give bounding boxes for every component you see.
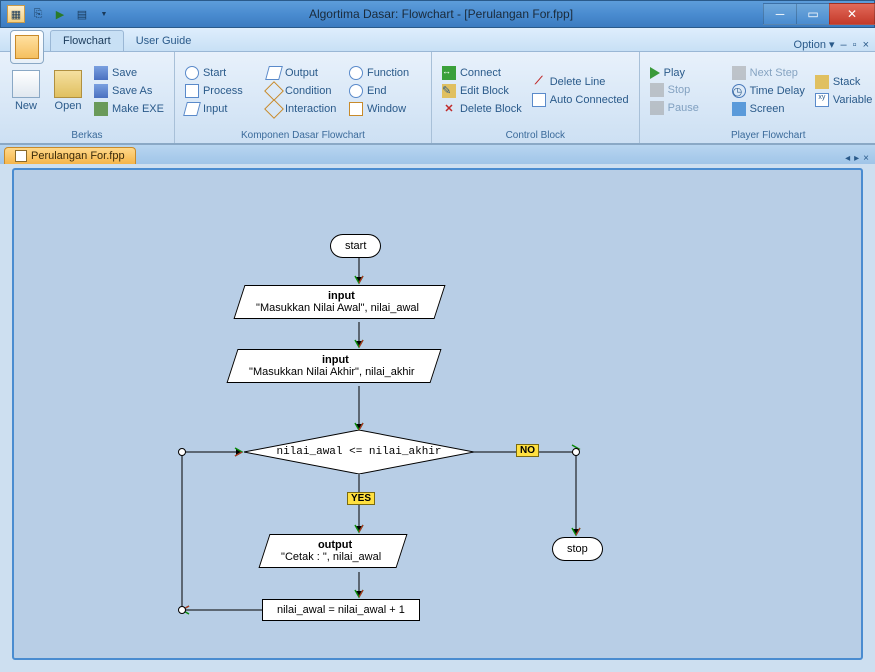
save-button[interactable]: Save (90, 65, 168, 81)
start-button[interactable]: Start (181, 65, 261, 81)
quick-access-toolbar: ▦ ⎘ ▶ ▤ ▼ (1, 5, 119, 23)
window-button[interactable]: Window (345, 101, 425, 117)
close-button[interactable]: ✕ (829, 3, 875, 25)
connector-lines (14, 170, 861, 658)
screen-button[interactable]: Screen (728, 101, 809, 117)
qat-icon-app[interactable]: ▦ (7, 5, 25, 23)
process-button[interactable]: Process (181, 83, 261, 99)
ribbon-group-berkas: New Open Save Save As Make EXE Berkas (0, 52, 175, 143)
file-tab-label: Perulangan For.fpp (31, 150, 125, 162)
input-button[interactable]: Input (181, 101, 261, 117)
condition-button[interactable]: Condition (263, 83, 343, 99)
qat-icon-2[interactable]: ▤ (73, 5, 91, 23)
auto-connected-button[interactable]: Auto Connected (528, 92, 633, 108)
flowchart-input-1[interactable]: input "Masukkan Nilai Awal", nilai_awal (233, 285, 445, 319)
decision-yes-label: YES (347, 492, 375, 505)
option-menu[interactable]: Option ▾ (794, 38, 835, 51)
menubar: Flowchart User Guide Option ▾ – ▫ × (0, 28, 875, 52)
play-button[interactable]: Play (646, 66, 726, 80)
stop-button[interactable]: Stop (646, 82, 726, 98)
delete-line-button[interactable]: ⟋Delete Line (528, 74, 633, 90)
output-button[interactable]: Output (263, 65, 343, 81)
connector-dot[interactable] (178, 606, 186, 614)
tab-close-icon[interactable]: × (863, 153, 869, 164)
ribbon-group-control: ↔Connect ✎Edit Block ✕Delete Block ⟋Dele… (432, 52, 640, 143)
connector-dot[interactable] (572, 448, 580, 456)
connect-button[interactable]: ↔Connect (438, 65, 526, 81)
titlebar: ▦ ⎘ ▶ ▤ ▼ Algortima Dasar: Flowchart - [… (0, 0, 875, 28)
ribbon-group-player: Play Stop Pause Next Step ◷Time Delay Sc… (640, 52, 875, 143)
flowchart-stop[interactable]: stop (552, 537, 603, 561)
minimize-button[interactable]: ─ (763, 3, 797, 25)
flowchart-input-2[interactable]: input "Masukkan Nilai Akhir", nilai_akhi… (226, 349, 441, 383)
ribbon: New Open Save Save As Make EXE Berkas St… (0, 52, 875, 144)
ribbon-group-label: Berkas (6, 128, 168, 143)
ribbon-group-komponen: Start Process Input Output Condition Int… (175, 52, 432, 143)
flowchart-start[interactable]: start (330, 234, 381, 258)
window-buttons: ─ ▭ ✕ (763, 3, 874, 25)
file-tab[interactable]: Perulangan For.fpp (4, 147, 136, 164)
make-exe-button[interactable]: Make EXE (90, 101, 168, 117)
file-icon (15, 150, 27, 162)
qat-icon-1[interactable]: ⎘ (29, 5, 47, 23)
menubar-right: Option ▾ – ▫ × (794, 38, 875, 51)
mdi-restore-icon[interactable]: ▫ (853, 39, 857, 51)
variable-button[interactable]: xyVariable (811, 92, 875, 108)
ribbon-group-label: Player Flowchart (646, 128, 875, 143)
play-icon[interactable]: ▶ (51, 5, 69, 23)
interaction-button[interactable]: Interaction (263, 101, 343, 117)
edit-block-button[interactable]: ✎Edit Block (438, 83, 526, 99)
mdi-minimize-icon[interactable]: – (841, 39, 847, 51)
flowchart-process[interactable]: nilai_awal = nilai_awal + 1 (262, 599, 420, 621)
pause-button[interactable]: Pause (646, 100, 726, 116)
ribbon-group-label: Control Block (438, 128, 633, 143)
end-button[interactable]: End (345, 83, 425, 99)
save-as-button[interactable]: Save As (90, 83, 168, 99)
ribbon-group-label: Komponen Dasar Flowchart (181, 128, 425, 143)
flowchart-output[interactable]: output "Cetak : ", nilai_awal (258, 534, 407, 568)
mdi-close-icon[interactable]: × (863, 39, 869, 51)
connector-dot[interactable] (178, 448, 186, 456)
maximize-button[interactable]: ▭ (796, 3, 830, 25)
dropdown-icon[interactable]: ▼ (95, 5, 113, 23)
delete-block-button[interactable]: ✕Delete Block (438, 101, 526, 117)
flowchart-decision[interactable]: nilai_awal <= nilai_akhir (244, 430, 474, 474)
open-button[interactable]: Open (48, 54, 88, 128)
tab-flowchart[interactable]: Flowchart (50, 30, 124, 51)
document-tabstrip: Perulangan For.fpp ◂ ▸ × (0, 144, 875, 164)
app-jewel[interactable] (10, 30, 44, 64)
stack-button[interactable]: Stack (811, 74, 875, 90)
tab-next-icon[interactable]: ▸ (854, 153, 859, 164)
tab-prev-icon[interactable]: ◂ (845, 153, 850, 164)
tab-user-guide[interactable]: User Guide (124, 31, 204, 51)
decision-no-label: NO (516, 444, 539, 457)
function-button[interactable]: Function (345, 65, 425, 81)
window-title: Algortima Dasar: Flowchart - [Perulangan… (119, 7, 763, 21)
time-delay-button[interactable]: ◷Time Delay (728, 83, 809, 99)
flowchart-canvas[interactable]: start input "Masukkan Nilai Awal", nilai… (12, 168, 863, 660)
next-step-button[interactable]: Next Step (728, 65, 809, 81)
new-button[interactable]: New (6, 54, 46, 128)
